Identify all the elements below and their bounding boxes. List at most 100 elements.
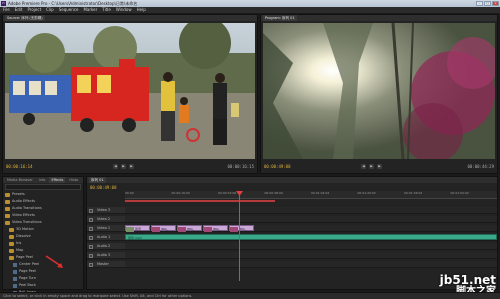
effects-folder[interactable]: Audio Transitions xyxy=(5,205,83,212)
video-clip[interactable]: IMG_ xyxy=(229,225,254,232)
eye-toggle-icon[interactable] xyxy=(89,208,93,213)
track-video-2: Video 2 xyxy=(87,216,497,223)
tab-history[interactable]: Histo xyxy=(67,177,80,183)
track-body[interactable] xyxy=(125,207,497,214)
effects-item[interactable]: Page Turn xyxy=(5,275,83,282)
menu-title[interactable]: Title xyxy=(102,7,111,13)
menu-window[interactable]: Window xyxy=(116,7,132,13)
effects-panel: Media Browser Info Effects Histo Presets… xyxy=(2,176,84,299)
track-body[interactable]: 风景图.JPG IMG_ IMG_ IMG_ IMG_ xyxy=(125,225,497,235)
program-play-button[interactable]: ▶ xyxy=(369,164,374,169)
video-clip[interactable]: 风景图.JPG xyxy=(125,225,150,235)
program-timecode-duration: 00:00:44:29 xyxy=(467,164,495,169)
effects-folder[interactable]: Dissolve xyxy=(5,233,83,240)
menu-edit[interactable]: Edit xyxy=(15,7,23,13)
effects-folder[interactable]: Page Peel xyxy=(5,254,83,261)
track-audio-3: Audio 3 xyxy=(87,252,497,259)
speaker-toggle-icon[interactable] xyxy=(89,244,93,249)
maximize-button[interactable]: □ xyxy=(484,1,491,6)
source-timecode-current: 00:00:16:14 xyxy=(6,164,33,169)
play-button[interactable]: ▶ xyxy=(121,164,126,169)
track-body[interactable] xyxy=(125,252,497,259)
track-header[interactable]: Video 2 xyxy=(87,216,125,223)
folder-icon xyxy=(5,192,10,197)
effects-item-label: Center Peel xyxy=(19,262,40,266)
effects-item[interactable]: Center Peel xyxy=(5,261,83,268)
effects-item-label: Iris xyxy=(16,241,22,245)
window-titlebar: Pr Adobe Premiere Pro - C:\Users\Adminis… xyxy=(0,0,500,7)
folder-icon xyxy=(5,199,10,204)
effects-folder[interactable]: Video Effects xyxy=(5,212,83,219)
eye-toggle-icon[interactable] xyxy=(89,226,93,231)
track-audio-2: Audio 2 xyxy=(87,243,497,250)
menu-sequence[interactable]: Sequence xyxy=(59,7,79,13)
effects-item-label: Video Transitions xyxy=(12,220,42,224)
folder-icon xyxy=(5,213,10,218)
effects-folder[interactable]: Presets xyxy=(5,191,83,198)
step-forward-button[interactable]: ▶ xyxy=(129,164,134,169)
menu-file[interactable]: File xyxy=(3,7,10,13)
effects-item-label: Audio Effects xyxy=(12,199,35,203)
track-header[interactable]: Audio 3 xyxy=(87,252,125,259)
effects-item[interactable]: Peel Back xyxy=(5,282,83,289)
tab-info[interactable]: Info xyxy=(37,177,48,183)
premiere-app-icon: Pr xyxy=(1,1,6,6)
ruler-label: 00:01:20:02 xyxy=(357,191,376,195)
transition-icon xyxy=(13,262,17,267)
speaker-toggle-icon[interactable] xyxy=(89,262,93,267)
program-step-forward-button[interactable]: ▶ xyxy=(377,164,382,169)
folder-icon xyxy=(5,220,10,225)
tab-media-browser[interactable]: Media Browser xyxy=(5,177,35,183)
playhead[interactable] xyxy=(239,191,240,281)
tab-source-monitor[interactable]: Source: 序列 (无剪辑) xyxy=(5,15,45,21)
track-header[interactable]: Audio 1 xyxy=(87,234,125,241)
program-transport-bar: 00:00:49:08 ◀ ▶ ▶ 00:00:44:29 xyxy=(261,161,497,173)
video-clip[interactable]: IMG_ xyxy=(177,225,202,232)
source-timecode-duration: 00:00:16:15 xyxy=(227,164,255,169)
track-header[interactable]: Audio 2 xyxy=(87,243,125,250)
effects-folder[interactable]: Map xyxy=(5,247,83,254)
step-back-button[interactable]: ◀ xyxy=(113,164,118,169)
effects-folder[interactable]: Iris xyxy=(5,240,83,247)
track-audio-1: Audio 1 音乐.mp3 xyxy=(87,234,497,241)
effects-search-input[interactable] xyxy=(5,184,81,190)
track-header[interactable]: Video 1 xyxy=(87,225,125,232)
timeline-panel: 序列 01 00:00:49:08 00:00 00:00:16:00 00:00:… xyxy=(86,176,498,290)
effects-item-label: Presets xyxy=(12,192,25,196)
effects-folder[interactable]: Video Transitions xyxy=(5,219,83,226)
tab-program-monitor[interactable]: Program: 序列 01 xyxy=(263,15,297,21)
effects-folder[interactable]: 3D Motion xyxy=(5,226,83,233)
clip-label: IMG_ xyxy=(213,227,221,231)
tab-effects[interactable]: Effects xyxy=(49,177,66,183)
track-body[interactable] xyxy=(125,243,497,250)
track-header[interactable]: Master xyxy=(87,261,125,268)
folder-icon xyxy=(9,255,14,260)
tab-sequence[interactable]: 序列 01 xyxy=(89,177,106,183)
audio-clip[interactable]: 音乐.mp3 xyxy=(125,234,497,240)
track-body[interactable] xyxy=(125,261,497,268)
program-step-back-button[interactable]: ◀ xyxy=(361,164,366,169)
source-video-image xyxy=(5,23,255,159)
timeline-ruler[interactable]: 00:00 00:00:16:00 00:00:32:00 00:00:48:00 00… xyxy=(125,191,497,199)
video-clip[interactable]: IMG_ xyxy=(151,225,176,232)
speaker-toggle-icon[interactable] xyxy=(89,235,93,240)
annotation-arrow-icon xyxy=(45,255,63,268)
speaker-toggle-icon[interactable] xyxy=(89,253,93,258)
video-clip[interactable]: IMG_ xyxy=(203,225,228,232)
track-body[interactable]: 音乐.mp3 xyxy=(125,234,497,241)
minimize-button[interactable]: – xyxy=(476,1,483,6)
work-area-bar[interactable] xyxy=(125,200,275,202)
clip-label: 音乐.mp3 xyxy=(128,236,142,240)
track-header[interactable]: Video 3 xyxy=(87,207,125,214)
eye-toggle-icon[interactable] xyxy=(89,217,93,222)
effects-folder[interactable]: Audio Effects xyxy=(5,198,83,205)
menu-project[interactable]: Project xyxy=(27,7,41,13)
effects-item-label: Page Turn xyxy=(19,276,37,280)
close-button[interactable]: × xyxy=(492,1,499,6)
effects-item-label: Page Peel xyxy=(16,255,33,259)
menu-clip[interactable]: Clip xyxy=(46,7,54,13)
menu-marker[interactable]: Marker xyxy=(83,7,97,13)
track-body[interactable] xyxy=(125,216,497,223)
effects-item[interactable]: Page Peel xyxy=(5,268,83,275)
menu-help[interactable]: Help xyxy=(137,7,146,13)
